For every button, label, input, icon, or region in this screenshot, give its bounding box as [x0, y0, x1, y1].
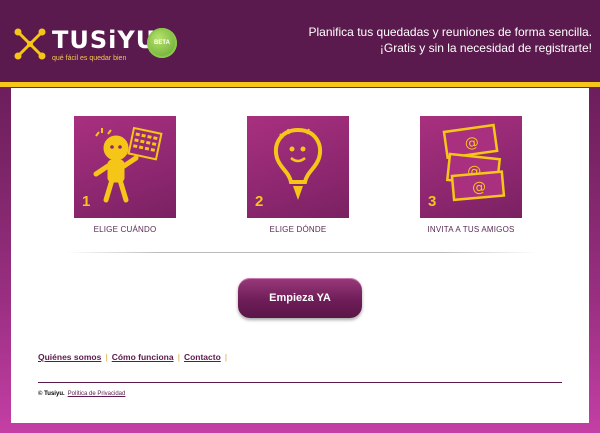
step-3-tile[interactable]: @ @ @ 3 [420, 116, 522, 218]
footer-links: Quiénes somos | Cómo funciona | Contacto | [38, 352, 231, 362]
logo[interactable]: TUSiYU qué fácil es quedar bien [12, 22, 155, 66]
logo-tagline: qué fácil es quedar bien [52, 55, 127, 62]
step-2-tile[interactable]: 2 [247, 116, 349, 218]
logo-mark-icon [14, 28, 46, 60]
step-1-number: 1 [82, 193, 91, 210]
privacy-policy-link[interactable]: Política de Privacidad [68, 391, 126, 397]
footer-link-contact[interactable]: Contacto [184, 352, 221, 362]
header: TUSiYU qué fácil es quedar bien BETA Pla… [0, 0, 600, 82]
step-1-tile[interactable]: 1 [74, 116, 176, 218]
step-1[interactable]: 1 ELIGE CUÁNDO [50, 116, 200, 234]
divider [66, 252, 536, 253]
accent-bar [0, 82, 600, 87]
footer-separator: | [177, 352, 180, 362]
copyright: © Tusiyu. Política de Privacidad [38, 391, 125, 397]
step-3-label: INVITA A TUS AMIGOS [427, 225, 515, 234]
start-now-button[interactable]: Empieza YA [238, 278, 362, 318]
header-tagline: Planifica tus quedadas y reuniones de fo… [309, 24, 593, 56]
footer-link-how-it-works[interactable]: Cómo funciona [112, 352, 174, 362]
step-2-number: 2 [255, 193, 264, 210]
copyright-text: © Tusiyu. [38, 391, 65, 397]
logo-wordmark: TUSiYU [52, 26, 157, 54]
step-3-number: 3 [428, 193, 437, 210]
step-2[interactable]: 2 ELIGE DÓNDE [223, 116, 373, 234]
tagline-line-1: Planifica tus quedadas y reuniones de fo… [308, 25, 593, 39]
main-panel: 1 ELIGE CUÁNDO 2 ELIGE DÓNDE @ @ @ 3 INV… [11, 88, 589, 423]
step-2-label: ELIGE DÓNDE [269, 225, 327, 234]
footer-link-about[interactable]: Quiénes somos [38, 352, 101, 362]
tagline-line-2: ¡Gratis y sin la necesidad de registrart… [379, 41, 592, 55]
footer-separator: | [105, 352, 108, 362]
footer-rule [38, 382, 562, 383]
step-3[interactable]: @ @ @ 3 INVITA A TUS AMIGOS [396, 116, 546, 234]
beta-badge: BETA [147, 28, 177, 58]
step-1-label: ELIGE CUÁNDO [93, 225, 157, 234]
svg-text:@: @ [471, 179, 486, 196]
footer-separator: | [224, 352, 228, 362]
svg-text:@: @ [464, 134, 480, 152]
